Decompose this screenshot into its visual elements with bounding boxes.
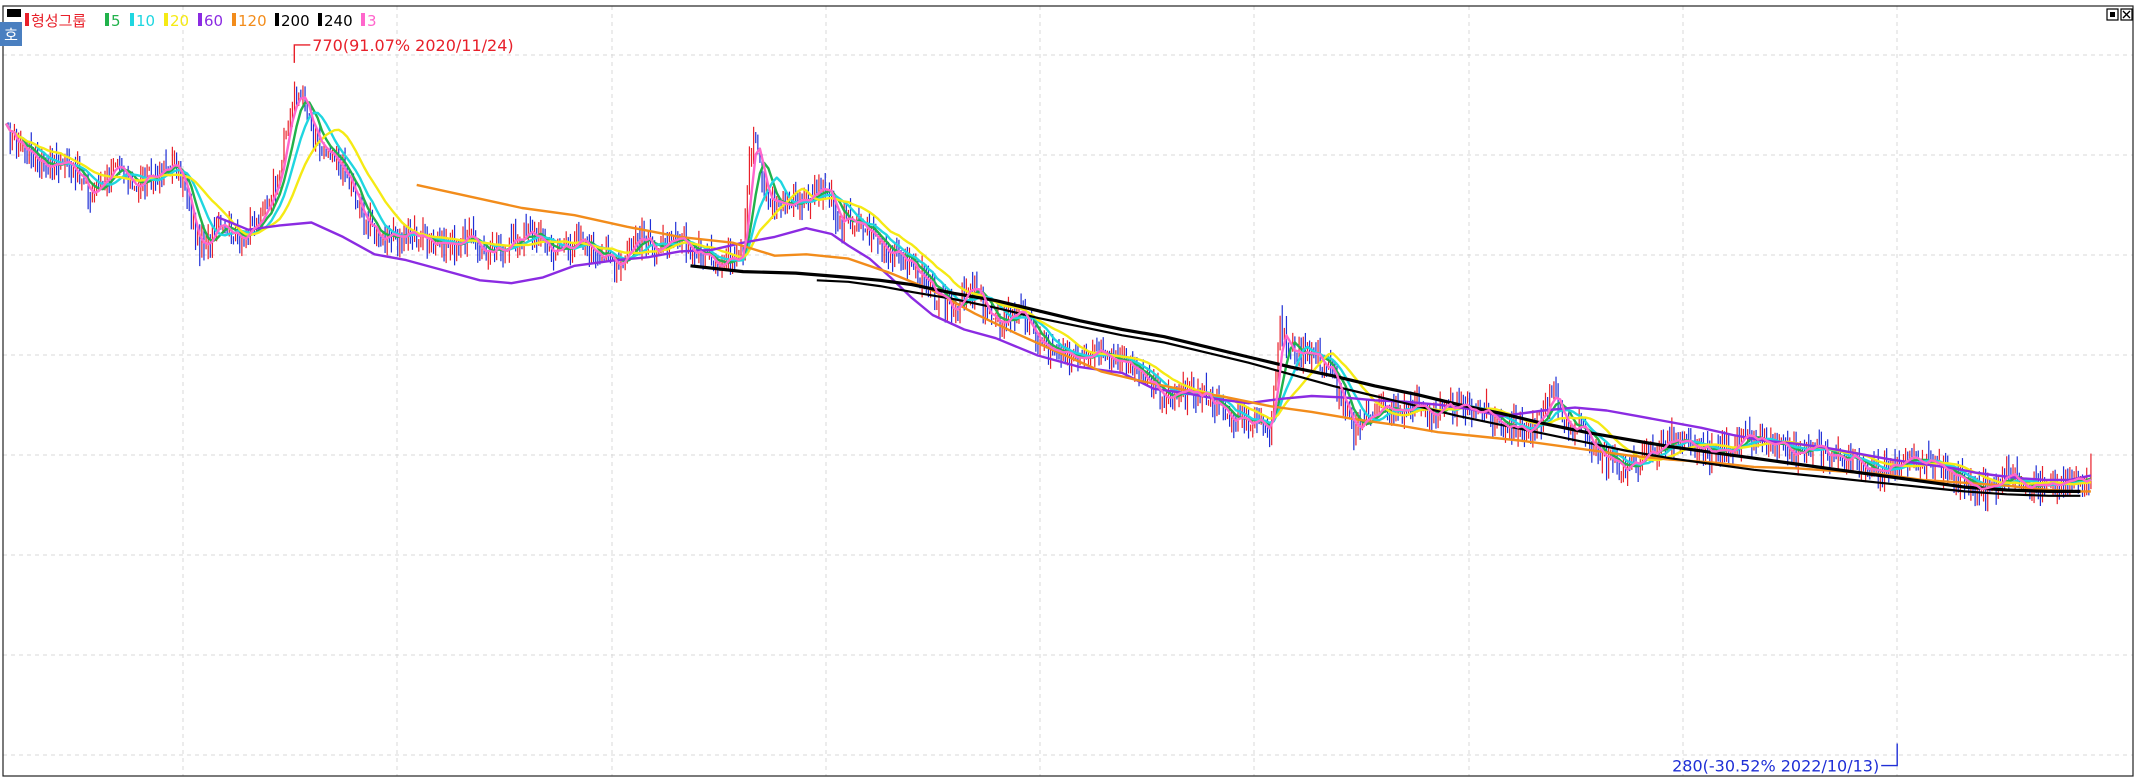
legend-swatch-5	[232, 13, 236, 26]
chart-svg[interactable]: 770(91.07% 2020/11/24) 280(-30.52% 2022/…	[0, 0, 2135, 778]
stock-chart[interactable]: 770(91.07% 2020/11/24) 280(-30.52% 2022/…	[0, 0, 2135, 778]
legend-swatch-4	[198, 13, 202, 26]
legend-label-5: 120	[238, 12, 267, 30]
legend-label-6: 200	[281, 12, 310, 30]
restore-icon-inner	[2110, 12, 2115, 17]
legend-label-1: 5	[111, 12, 121, 30]
low-marker-label: 280(-30.52% 2022/10/13)	[1672, 757, 1879, 776]
high-marker-label: 770(91.07% 2020/11/24)	[312, 36, 513, 55]
legend-menu-icon[interactable]	[7, 9, 21, 17]
legend-label-4: 60	[204, 12, 223, 30]
legend-label-7: 240	[324, 12, 353, 30]
legend-swatch-0	[25, 13, 29, 26]
legend-swatch-2	[130, 13, 134, 26]
legend-label-3: 20	[170, 12, 189, 30]
legend-swatch-3	[164, 13, 168, 26]
legend-label-8: 3	[367, 12, 377, 30]
legend-swatch-6	[275, 13, 279, 26]
legend-label-2: 10	[136, 12, 155, 30]
sidebar-tab-label: 호	[4, 26, 18, 44]
legend-swatch-1	[105, 13, 109, 26]
legend-swatch-8	[361, 13, 365, 26]
legend-label-0: 형성그룹	[31, 12, 86, 30]
legend-swatch-7	[318, 13, 322, 26]
